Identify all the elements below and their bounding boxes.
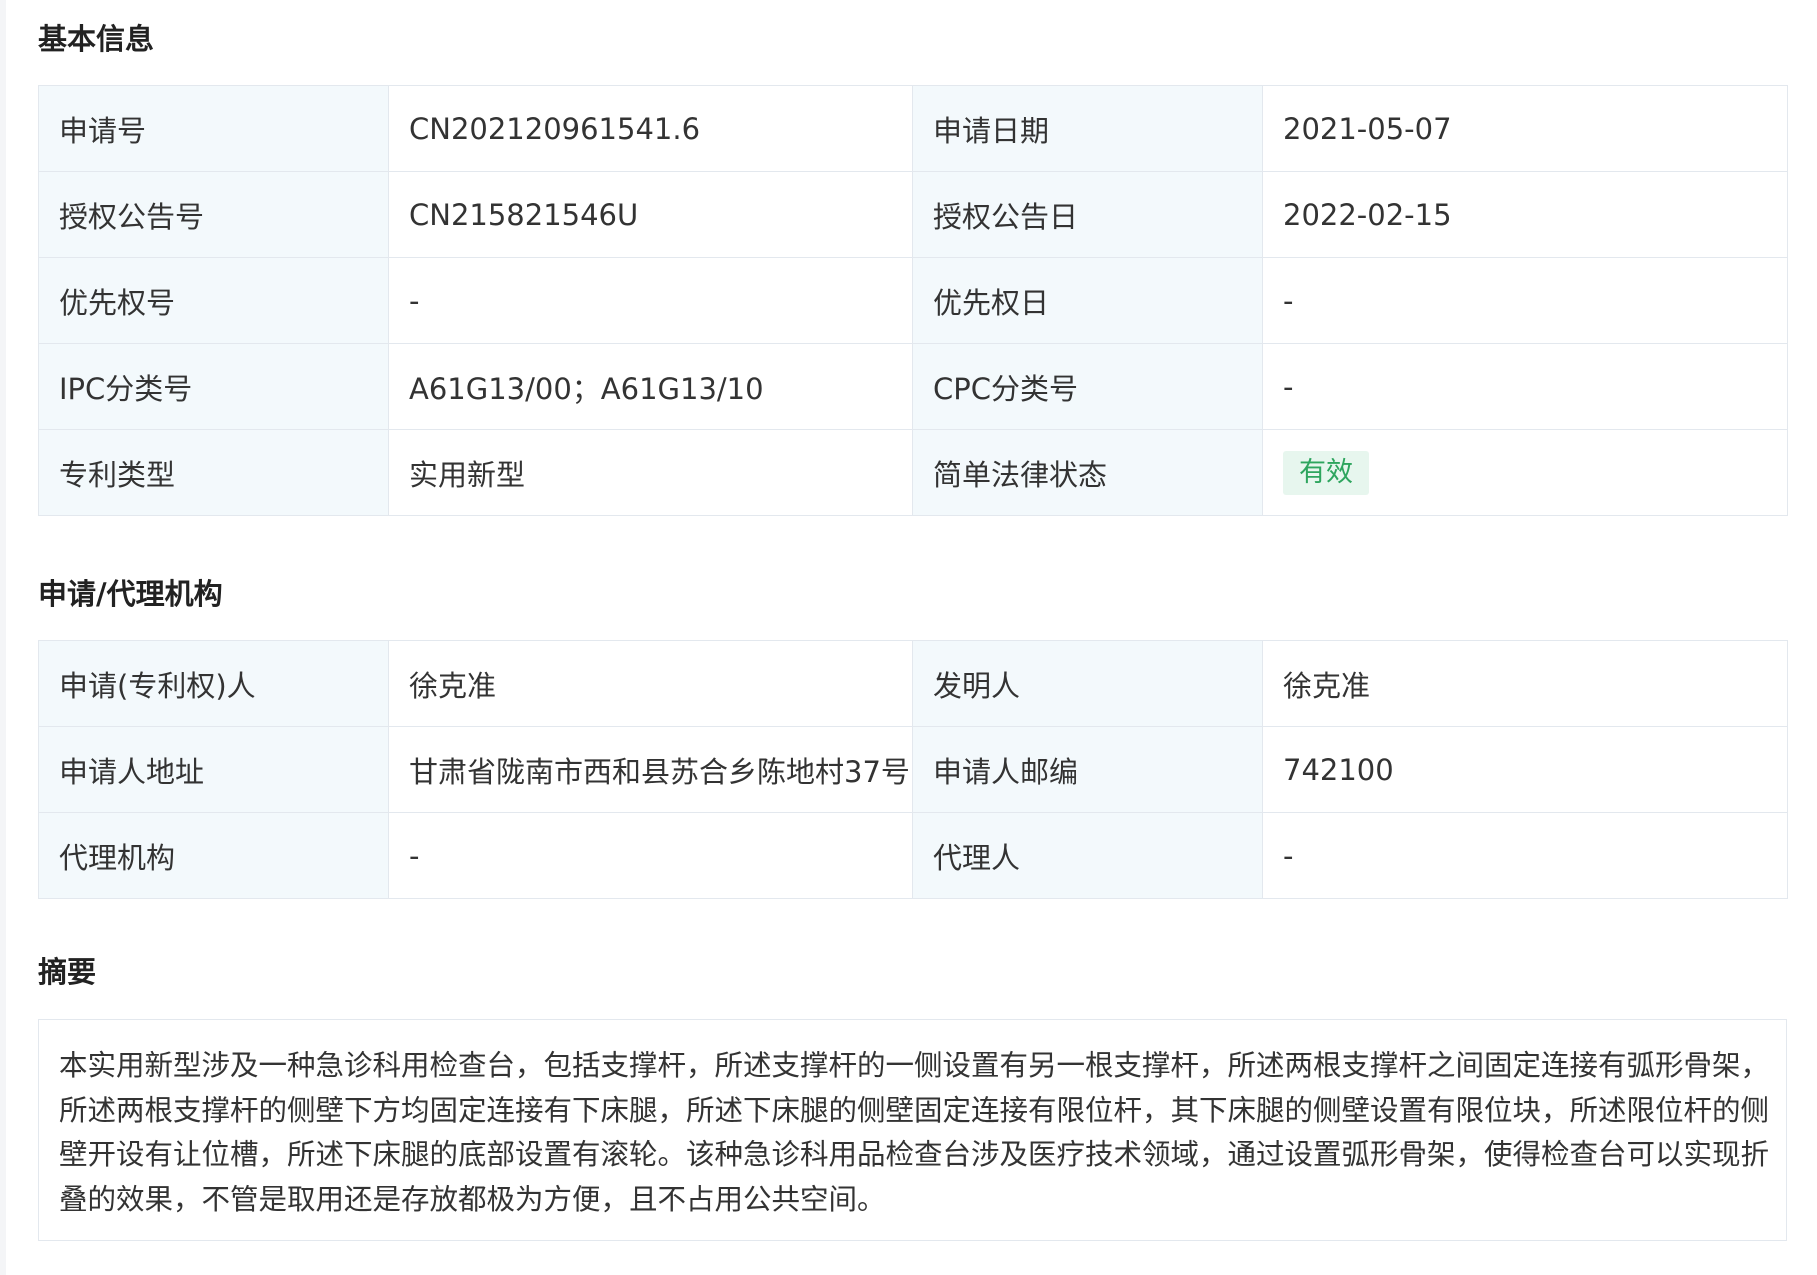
table-row: 申请人地址 甘肃省陇南市西和县苏合乡陈地村37号 申请人邮编 742100 <box>38 726 1788 813</box>
application-date-label: 申请日期 <box>912 85 1263 172</box>
legal-status-label: 简单法律状态 <box>912 429 1263 516</box>
table-row: 申请(专利权)人 徐克准 发明人 徐克准 <box>38 640 1788 727</box>
agent-value: - <box>1262 812 1788 899</box>
priority-number-label: 优先权号 <box>38 257 389 344</box>
agency-info-table: 申请(专利权)人 徐克准 发明人 徐克准 申请人地址 甘肃省陇南市西和县苏合乡陈… <box>38 640 1788 899</box>
application-number-label: 申请号 <box>38 85 389 172</box>
inventor-value: 徐克准 <box>1262 640 1788 727</box>
legal-status-cell: 有效 <box>1262 429 1788 516</box>
application-number-value: CN202120961541.6 <box>388 85 913 172</box>
abstract-line: 叠的效果，不管是取用还是存放都极为方便，且不占用公共空间。 <box>59 1182 886 1216</box>
abstract-line: 壁开设有让位槽，所述下床腿的底部设置有滚轮。该种急诊科用品检查台涉及医疗技术领域… <box>59 1138 1770 1171</box>
applicant-postcode-label: 申请人邮编 <box>912 726 1263 813</box>
basic-info-table: 申请号 CN202120961541.6 申请日期 2021-05-07 授权公… <box>38 85 1788 516</box>
cpc-class-label: CPC分类号 <box>912 343 1263 430</box>
application-date-value: 2021-05-07 <box>1262 85 1788 172</box>
grant-date-value: 2022-02-15 <box>1262 171 1788 258</box>
agency-label: 代理机构 <box>38 812 389 899</box>
applicant-address-value: 甘肃省陇南市西和县苏合乡陈地村37号 <box>388 726 913 813</box>
ipc-class-value: A61G13/00；A61G13/10 <box>388 343 913 430</box>
status-badge: 有效 <box>1283 450 1369 495</box>
abstract-line: 本实用新型涉及一种急诊科用检查台，包括支撑杆，所述支撑杆的一侧设置有另一根支撑杆… <box>59 1049 1770 1082</box>
table-row: 优先权号 - 优先权日 - <box>38 257 1788 344</box>
priority-date-value: - <box>1262 257 1788 344</box>
abstract-line: 所述两根支撑杆的侧壁下方均固定连接有下床腿，所述下床腿的侧壁固定连接有限位杆，其… <box>59 1093 1770 1127</box>
patent-type-label: 专利类型 <box>38 429 389 516</box>
agency-value: - <box>388 812 913 899</box>
basic-info-title: 基本信息 <box>38 22 155 56</box>
grant-number-label: 授权公告号 <box>38 171 389 258</box>
table-row: 授权公告号 CN215821546U 授权公告日 2022-02-15 <box>38 171 1788 258</box>
left-edge-strip <box>0 0 6 1275</box>
agency-title: 申请/代理机构 <box>38 577 223 611</box>
table-row: 代理机构 - 代理人 - <box>38 812 1788 899</box>
applicant-value: 徐克准 <box>388 640 913 727</box>
applicant-postcode-value: 742100 <box>1262 726 1788 813</box>
agent-label: 代理人 <box>912 812 1263 899</box>
ipc-class-label: IPC分类号 <box>38 343 389 430</box>
table-row: 申请号 CN202120961541.6 申请日期 2021-05-07 <box>38 85 1788 172</box>
grant-date-label: 授权公告日 <box>912 171 1263 258</box>
inventor-label: 发明人 <box>912 640 1263 727</box>
abstract-title: 摘要 <box>38 955 97 989</box>
applicant-label: 申请(专利权)人 <box>38 640 389 727</box>
applicant-address-label: 申请人地址 <box>38 726 389 813</box>
table-row: IPC分类号 A61G13/00；A61G13/10 CPC分类号 - <box>38 343 1788 430</box>
priority-number-value: - <box>388 257 913 344</box>
grant-number-value: CN215821546U <box>388 171 913 258</box>
abstract-box: 本实用新型涉及一种急诊科用检查台，包括支撑杆，所述支撑杆的一侧设置有另一根支撑杆… <box>38 1019 1787 1241</box>
priority-date-label: 优先权日 <box>912 257 1263 344</box>
cpc-class-value: - <box>1262 343 1788 430</box>
patent-type-value: 实用新型 <box>388 429 913 516</box>
table-row: 专利类型 实用新型 简单法律状态 有效 <box>38 429 1788 516</box>
